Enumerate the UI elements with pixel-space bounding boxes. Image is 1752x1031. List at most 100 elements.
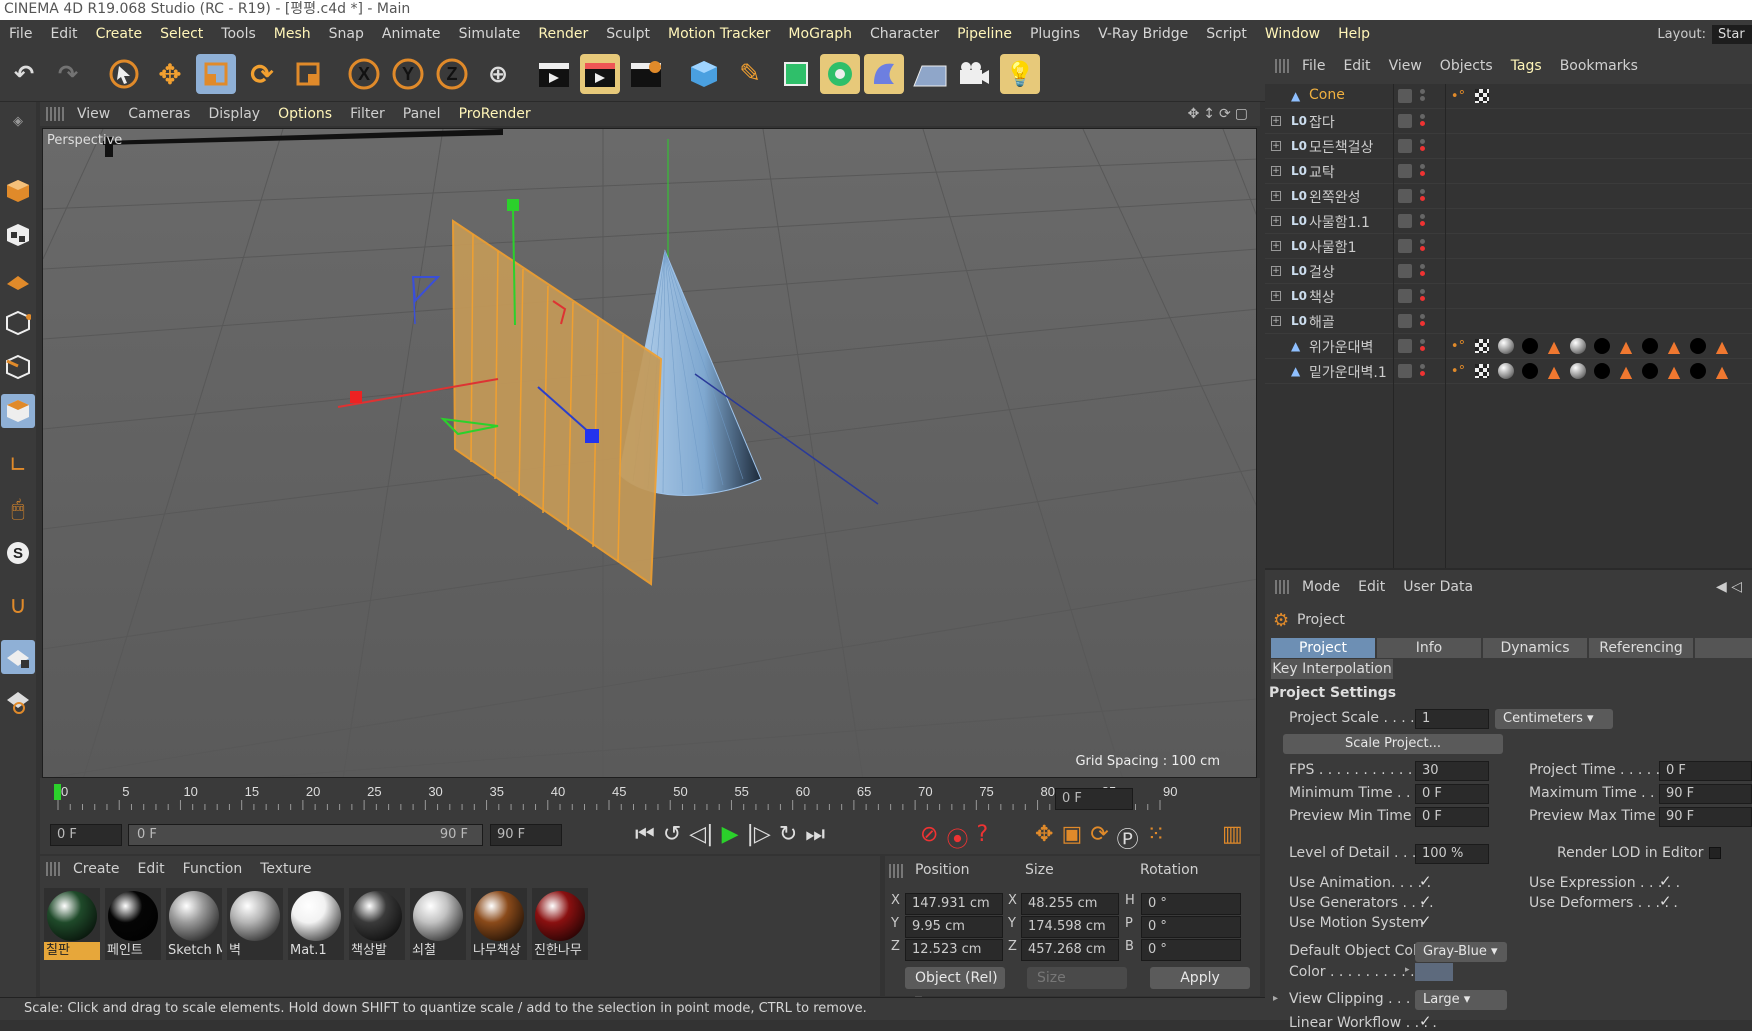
object-row[interactable]: + L0 모든책걸상 <box>1265 134 1752 159</box>
cube-icon[interactable] <box>684 54 724 94</box>
menu-create[interactable]: Create <box>87 26 152 42</box>
coordinate-system-icon[interactable]: ⊕ <box>478 54 518 94</box>
polygons-mode-icon[interactable] <box>1 394 35 428</box>
rotation-key-icon[interactable]: ⟳ <box>1090 822 1108 854</box>
menu-snap[interactable]: Snap <box>320 26 373 42</box>
layer-checkbox[interactable] <box>1398 314 1412 328</box>
expand-toggle-icon[interactable]: + <box>1271 116 1281 126</box>
render-visibility-dot[interactable] <box>1420 146 1425 151</box>
menu-simulate[interactable]: Simulate <box>450 26 530 42</box>
object-row[interactable]: + L0 잡다 <box>1265 109 1752 134</box>
material-menu-function[interactable]: Function <box>174 861 252 877</box>
viewport-menu-options[interactable]: Options <box>269 106 341 122</box>
layer-checkbox[interactable] <box>1398 139 1412 153</box>
layout-dropdown[interactable]: Star <box>1712 24 1752 44</box>
object-menu-tags[interactable]: Tags <box>1502 58 1551 74</box>
visibility-toggle[interactable] <box>1420 112 1426 130</box>
viewport-menu-cameras[interactable]: Cameras <box>119 106 199 122</box>
render-visibility-dot[interactable] <box>1420 296 1425 301</box>
menu-edit[interactable]: Edit <box>41 26 86 42</box>
material-swatch[interactable]: 페인트 <box>105 888 161 960</box>
scale-key-icon[interactable]: ▣ <box>1061 822 1082 854</box>
object-row[interactable]: ▲ 위가운대벽 •° ▲ ▲ ▲ ▲ <box>1265 334 1752 359</box>
visibility-toggle[interactable] <box>1420 262 1426 280</box>
menu-help[interactable]: Help <box>1329 26 1379 42</box>
render-visibility-dot[interactable] <box>1420 346 1425 351</box>
menu-motion-tracker[interactable]: Motion Tracker <box>659 26 779 42</box>
attribute-menu-edit[interactable]: Edit <box>1349 579 1394 595</box>
texture-mode-icon[interactable] <box>1 218 35 252</box>
layer-checkbox[interactable] <box>1398 164 1412 178</box>
material-menu-create[interactable]: Create <box>64 861 129 877</box>
previous-key-icon[interactable]: ↺ <box>663 822 681 847</box>
camera-icon[interactable] <box>954 54 994 94</box>
object-row[interactable]: + L0 왼쪽완성 <box>1265 184 1752 209</box>
start-frame-field[interactable]: 0 F <box>50 824 122 846</box>
option-checkbox[interactable]: ✓ <box>1659 872 1672 890</box>
viewport-nav-icons[interactable]: ✥↕⟳▢ <box>1188 106 1252 122</box>
rotation-field[interactable]: 0 ° <box>1141 916 1241 938</box>
polygon-selection-tag-icon[interactable]: ▲ <box>1543 336 1565 356</box>
view-clipping-dropdown[interactable]: Large ▾ <box>1415 990 1507 1010</box>
color-swatch[interactable] <box>1415 963 1453 981</box>
rotation-field[interactable]: 0 ° <box>1141 939 1241 961</box>
size-field[interactable]: 48.255 cm <box>1021 893 1119 915</box>
render-visibility-dot[interactable] <box>1420 321 1425 326</box>
render-lod-checkbox[interactable] <box>1709 847 1721 859</box>
light-icon[interactable]: 💡 <box>1000 54 1040 94</box>
texture-tag-icon[interactable] <box>1475 339 1489 353</box>
menu-pipeline[interactable]: Pipeline <box>948 26 1021 42</box>
material-swatch[interactable]: Mat.1 <box>288 888 344 960</box>
render-visibility-dot[interactable] <box>1420 221 1425 226</box>
option-checkbox[interactable]: ✓ <box>1419 912 1432 930</box>
coord-grip-icon[interactable] <box>889 864 903 878</box>
record-active-objects-icon[interactable]: ⊘ <box>920 822 938 854</box>
menu-mesh[interactable]: Mesh <box>265 26 320 42</box>
material-tag-icon[interactable] <box>1567 336 1589 356</box>
expand-toggle-icon[interactable]: + <box>1271 316 1281 326</box>
scale-unit-dropdown[interactable]: Centimeters ▾ <box>1495 709 1613 729</box>
phong-tag-icon[interactable]: •° <box>1447 336 1469 356</box>
expand-toggle-icon[interactable]: + <box>1271 141 1281 151</box>
editor-visibility-dot[interactable] <box>1420 239 1425 244</box>
end-frame-field[interactable]: 90 F <box>490 824 562 846</box>
editor-visibility-dot[interactable] <box>1420 189 1425 194</box>
visibility-toggle[interactable] <box>1420 287 1426 305</box>
go-to-end-icon[interactable]: ⏭ <box>805 822 825 847</box>
object-menu-view[interactable]: View <box>1380 58 1431 74</box>
level-of-detail-field[interactable]: 100 % <box>1415 844 1489 864</box>
object-row[interactable]: + L0 해골 <box>1265 309 1752 334</box>
parameter-key-icon[interactable]: Ⓟ <box>1117 822 1139 854</box>
render-visibility-dot[interactable] <box>1420 196 1425 201</box>
selection-tag-icon[interactable] <box>1591 361 1613 381</box>
x-axis-lock-icon[interactable]: X <box>344 54 384 94</box>
time-field[interactable]: 0 F <box>1659 761 1752 781</box>
expand-toggle-icon[interactable]: + <box>1271 291 1281 301</box>
polygon-selection-tag-icon[interactable]: ▲ <box>1663 336 1685 356</box>
tab-overflow[interactable] <box>1695 638 1752 658</box>
tweak-mode-icon[interactable]: 🖱 <box>1 492 35 526</box>
snap-icon[interactable]: ∪ <box>1 588 35 622</box>
color-expand-icon[interactable]: ▸ <box>1405 965 1410 975</box>
render-visibility-dot[interactable] <box>1420 171 1425 176</box>
viewport-grip-icon[interactable] <box>46 107 64 121</box>
menu-render[interactable]: Render <box>529 26 597 42</box>
editor-visibility-dot[interactable] <box>1420 139 1425 144</box>
editor-visibility-dot[interactable] <box>1420 214 1425 219</box>
autokeying-icon[interactable]: ⦿ <box>946 822 968 854</box>
move-icon[interactable]: ✥ <box>150 54 190 94</box>
render-visibility-dot[interactable] <box>1420 121 1425 126</box>
menu-vray-bridge[interactable]: V-Ray Bridge <box>1089 26 1197 42</box>
pen-icon[interactable]: ✎ <box>730 54 770 94</box>
undo-icon[interactable]: ↶ <box>4 54 44 94</box>
polygon-selection-tag-icon[interactable]: ▲ <box>1711 361 1733 381</box>
position-field[interactable]: 9.95 cm <box>905 916 1003 938</box>
redo-icon[interactable]: ↷ <box>48 54 88 94</box>
view-clipping-expand-icon[interactable]: ▸ <box>1273 993 1278 1004</box>
material-tag-icon[interactable] <box>1495 336 1517 356</box>
option-checkbox[interactable]: ✓ <box>1419 892 1432 910</box>
current-frame-field[interactable]: 0 F <box>1055 788 1133 810</box>
texture-tag-icon[interactable] <box>1475 89 1489 103</box>
object-grip-icon[interactable] <box>1275 59 1289 73</box>
menu-animate[interactable]: Animate <box>373 26 450 42</box>
